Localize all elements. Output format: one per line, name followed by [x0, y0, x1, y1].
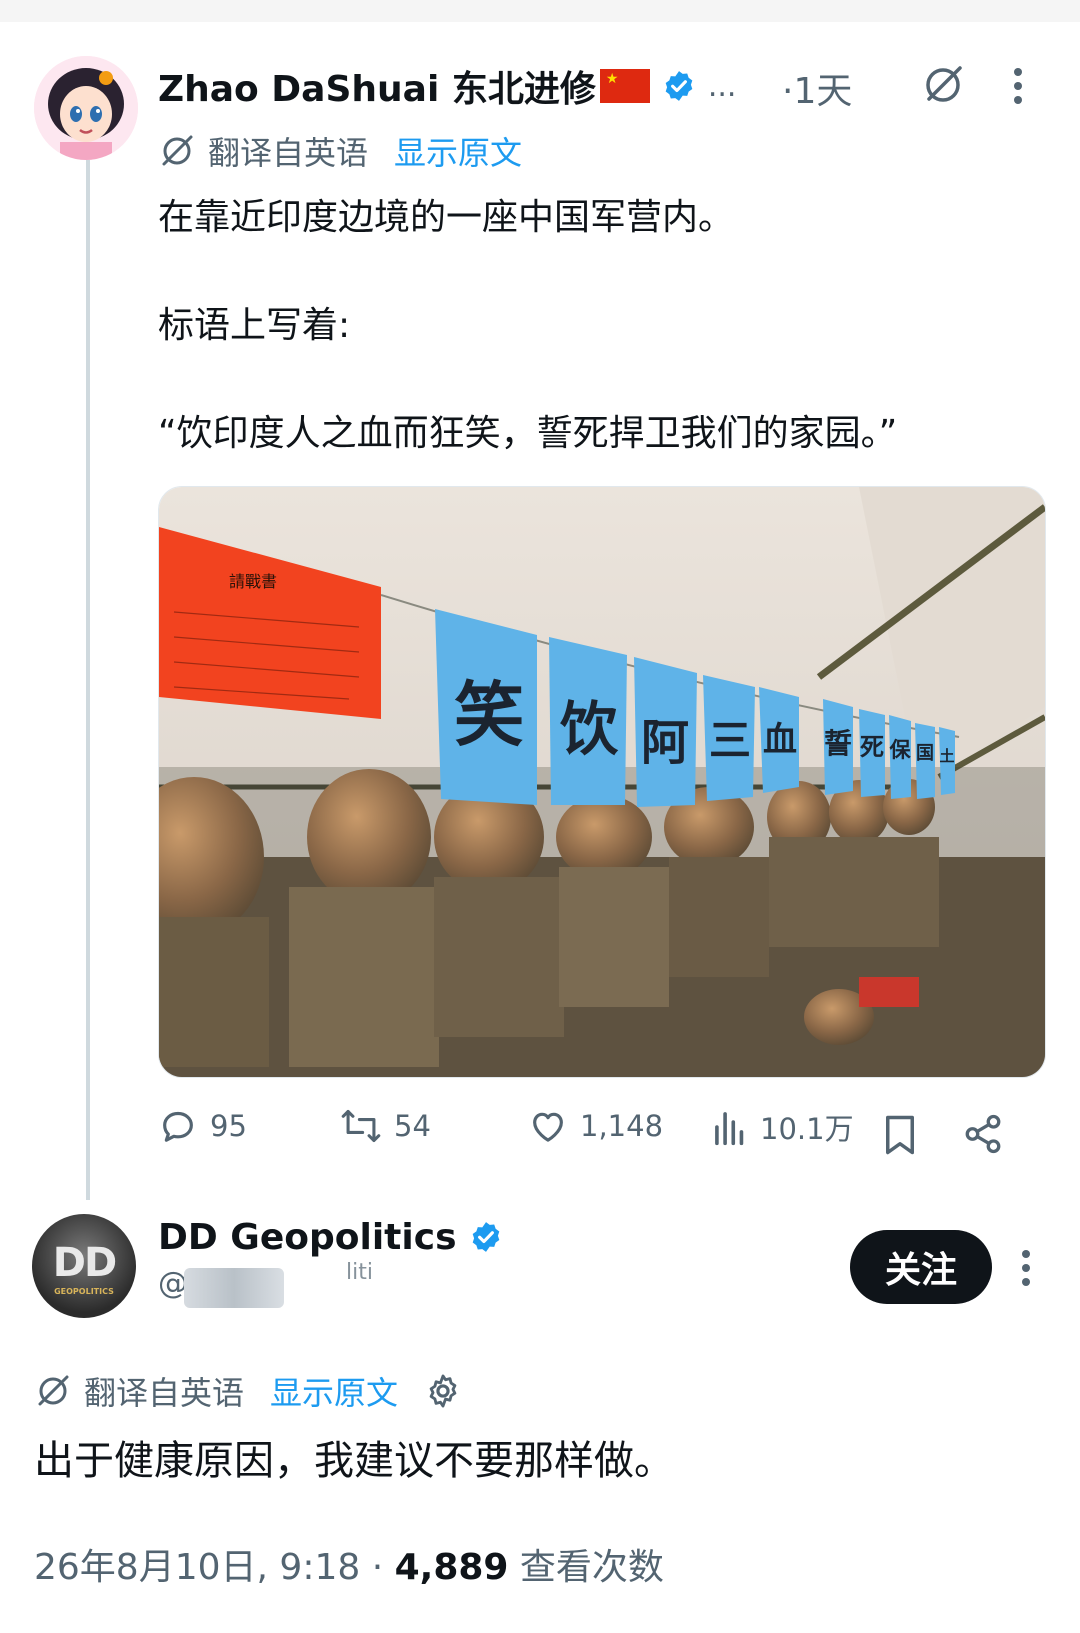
status-strip — [0, 0, 1080, 22]
tweet-text-line: 在靠近印度边境的一座中国军营内。 — [158, 197, 735, 238]
post-date[interactable]: 26年8月10日, 9:18 · — [34, 1547, 395, 1588]
show-original-link[interactable]: 显示原文 — [394, 128, 522, 174]
banner-char: 誓 — [824, 727, 852, 760]
views-button[interactable]: 10.1万 — [712, 1106, 854, 1148]
verified-icon — [665, 71, 693, 101]
action-bar: 95 54 1,148 10.1万 — [158, 1106, 1048, 1166]
china-flag-icon: ★ — [599, 69, 650, 103]
translation-row: 翻译自英语 显示原文 — [34, 1368, 462, 1414]
like-icon — [533, 1112, 563, 1142]
handle-fragment: liti — [346, 1260, 373, 1285]
verified-icon — [472, 1222, 499, 1252]
repost-button[interactable]: 54 — [340, 1106, 431, 1146]
view-count: 4,889 — [394, 1547, 509, 1588]
settings-icon[interactable] — [424, 1372, 462, 1410]
reply-header: DD Geopolitics — [158, 1212, 503, 1262]
reply-icon — [163, 1111, 193, 1142]
translated-from-label: 翻译自英语 — [208, 134, 369, 172]
banner-char: 血 — [763, 720, 797, 760]
avatar[interactable] — [34, 56, 138, 160]
banner-char: 死 — [860, 733, 884, 761]
reply-count: 95 — [210, 1109, 247, 1143]
view-label: 查看次数 — [508, 1547, 664, 1588]
banner-char: 土 — [939, 747, 954, 765]
share-icon[interactable] — [962, 1112, 1004, 1156]
paper-title: 請戰書 — [229, 572, 277, 591]
follow-button[interactable]: 关注 — [850, 1230, 992, 1304]
avatar-logo-text: DD — [52, 1240, 117, 1286]
author-name[interactable]: Zhao DaShuai 东北进修 — [158, 60, 596, 112]
repost-count: 54 — [394, 1109, 431, 1143]
banner-char: 饮 — [560, 695, 619, 763]
like-count: 1,148 — [580, 1109, 664, 1143]
banner-char: 三 — [709, 716, 751, 765]
translated-from-label: 翻译自英语 — [84, 1374, 245, 1412]
timestamp[interactable]: ·1天 — [782, 62, 852, 114]
thread-connector — [86, 150, 90, 1200]
tweet-photo[interactable]: 請戰書 笑 饮 阿 三 血 誓 死 保 国 土 — [158, 486, 1046, 1078]
post-metadata: 26年8月10日, 9:18 · 4,889 查看次数 — [34, 1538, 664, 1590]
more-icon[interactable] — [1020, 1248, 1032, 1288]
redacted-handle — [184, 1268, 284, 1308]
show-original-link[interactable]: 显示原文 — [270, 1368, 398, 1414]
banner-char: 保 — [889, 738, 912, 762]
tweet-text-line: “饮印度人之血而狂笑，誓死捍卫我们的家园。” — [158, 413, 898, 454]
repost-icon — [341, 1109, 381, 1143]
banner-char: 国 — [916, 743, 934, 764]
name-overflow: ... — [707, 68, 737, 104]
banner-char: 笑 — [454, 674, 524, 756]
views-count: 10.1万 — [760, 1112, 854, 1146]
reply-text: 出于健康原因，我建议不要那样做。 — [34, 1438, 674, 1484]
views-icon — [715, 1112, 744, 1146]
reply-button[interactable]: 95 — [158, 1106, 247, 1146]
translate-icon — [38, 1375, 69, 1406]
like-button[interactable]: 1,148 — [528, 1106, 663, 1146]
avatar[interactable]: DD GEOPOLITICS — [32, 1214, 136, 1318]
tweet-text-line: 标语上写着: — [158, 305, 351, 346]
translate-icon — [162, 135, 193, 166]
tweet-header: Zhao DaShuai 东北进修 ★ ... — [158, 56, 736, 116]
translation-row: 翻译自英语 显示原文 — [158, 128, 522, 174]
author-name[interactable]: DD Geopolitics — [158, 1217, 457, 1258]
grok-icon[interactable] — [920, 62, 966, 108]
avatar-logo-subtext: GEOPOLITICS — [54, 1287, 114, 1296]
bookmark-icon[interactable] — [882, 1114, 918, 1156]
banner-char: 阿 — [641, 715, 689, 771]
more-icon[interactable] — [1012, 66, 1024, 106]
